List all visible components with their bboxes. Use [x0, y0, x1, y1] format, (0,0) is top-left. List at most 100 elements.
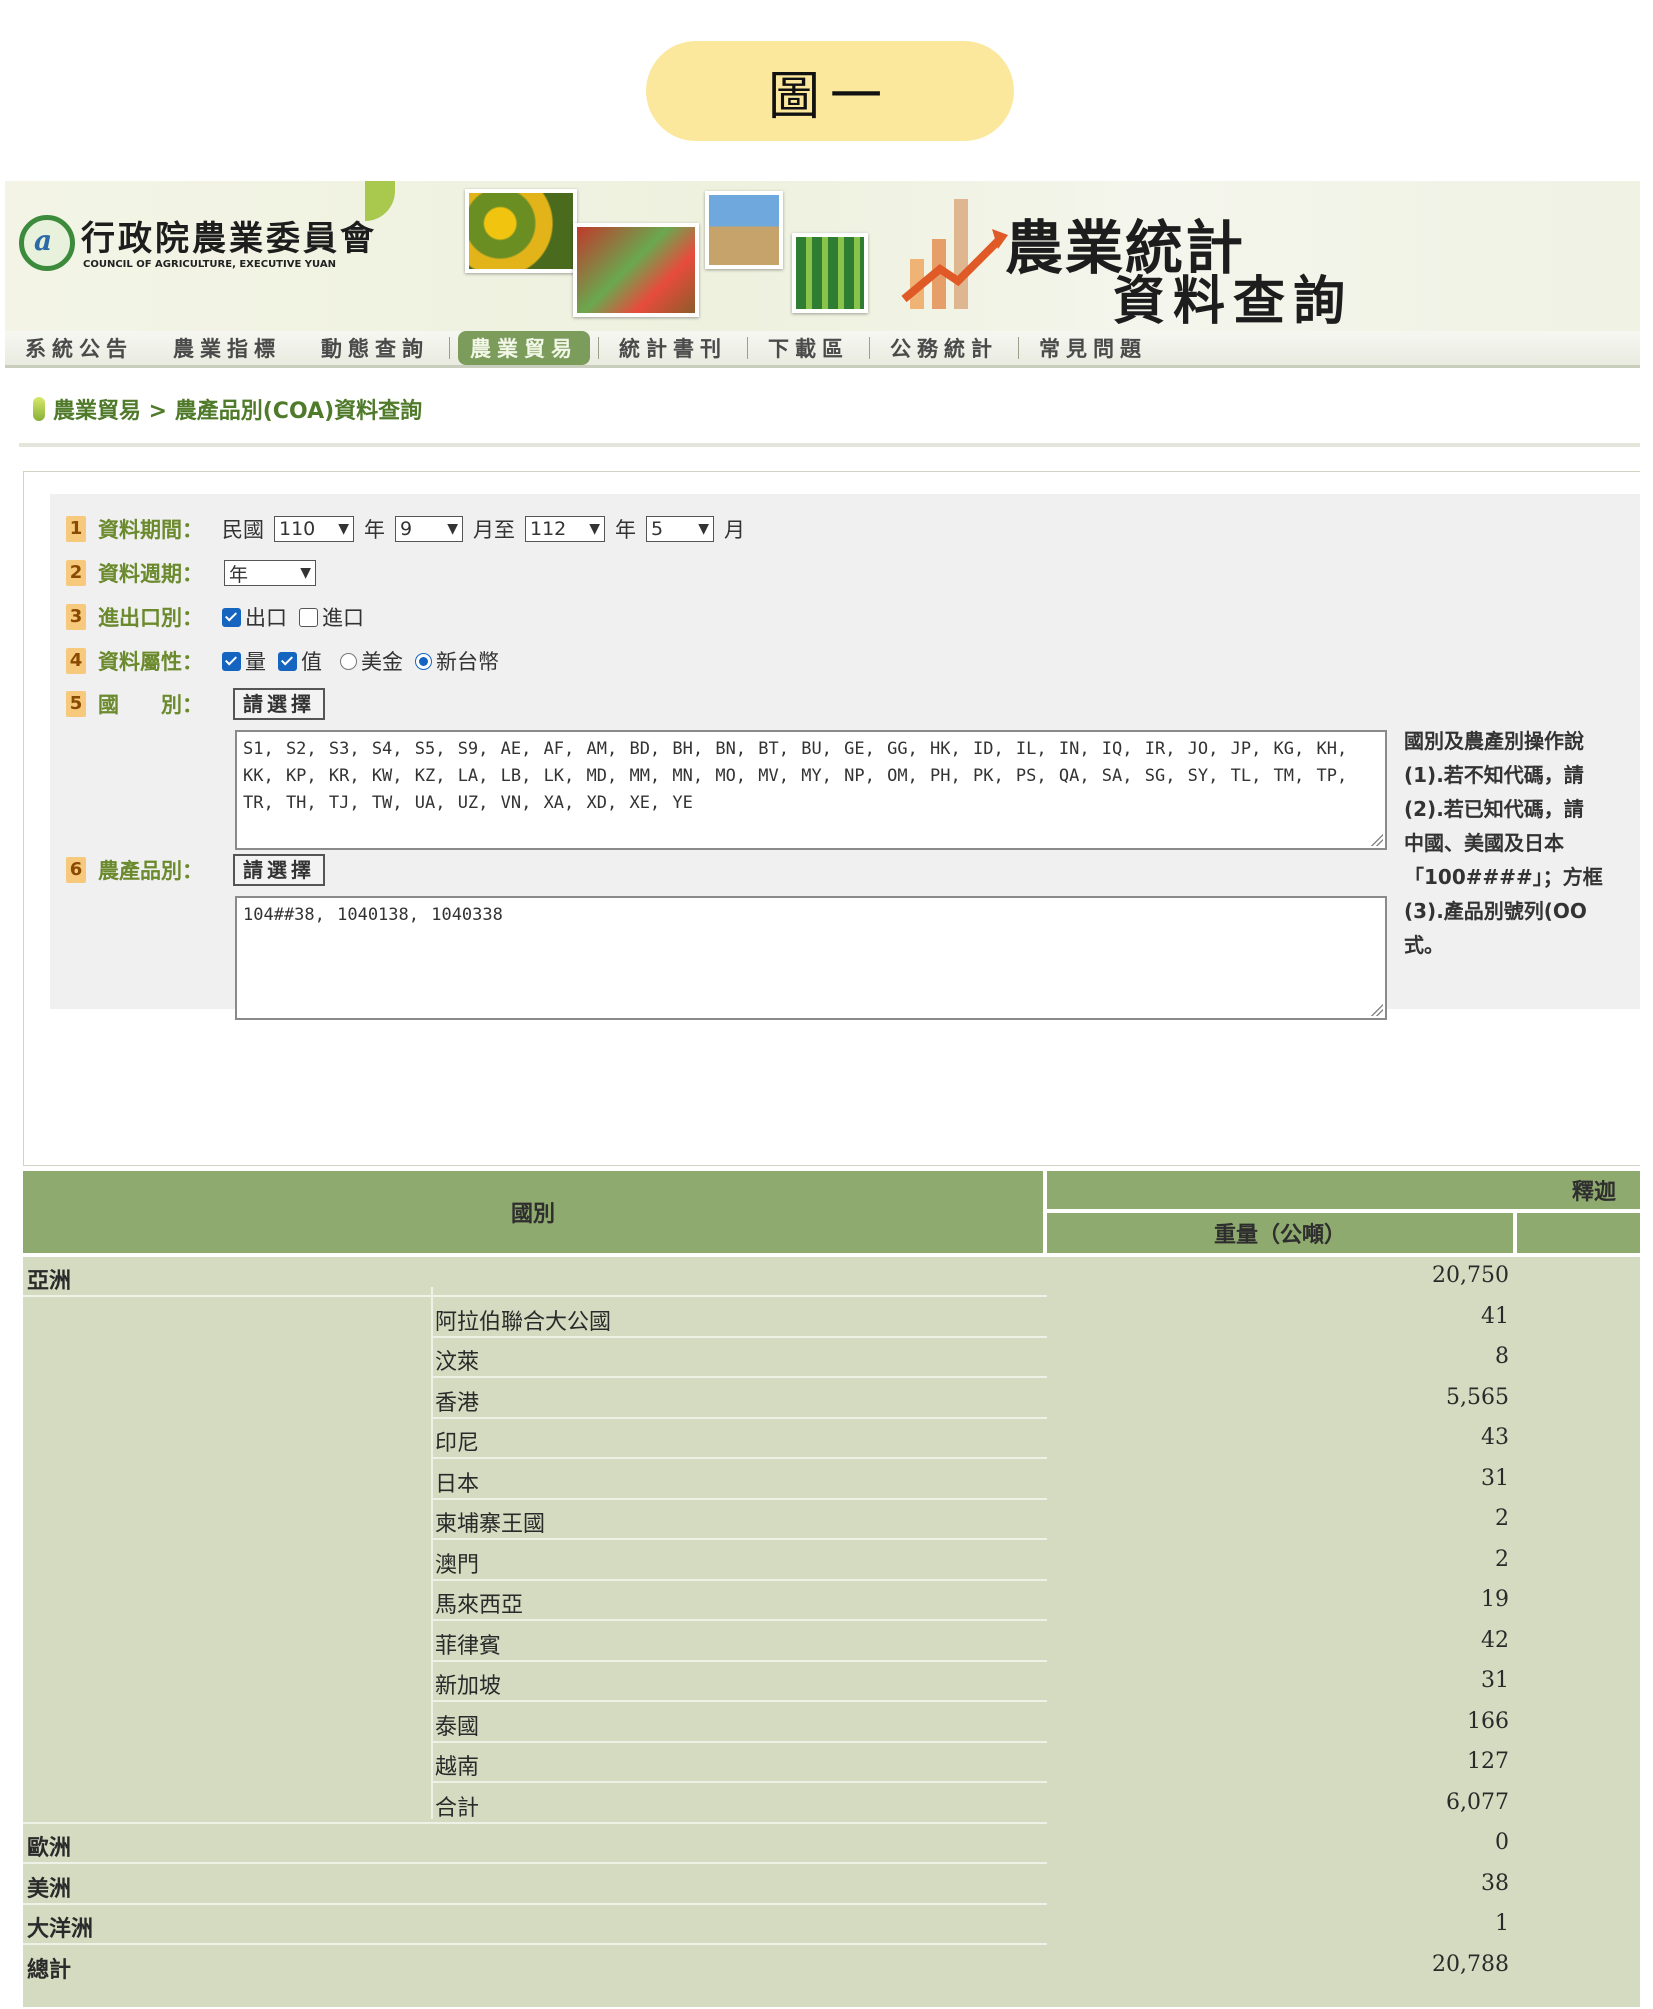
resize-handle-icon[interactable] — [1371, 834, 1383, 846]
chevron-down-icon: ▼ — [300, 565, 311, 581]
step-number: 6 — [66, 857, 86, 883]
header-product-group: 釋迦 — [1047, 1171, 1640, 1209]
start-year-select[interactable]: 110 ▼ — [274, 516, 354, 542]
divider — [19, 443, 1640, 447]
export-checkbox[interactable] — [222, 607, 241, 627]
nav-divider — [449, 337, 450, 359]
help-line: (1).若不知代碼，請 — [1404, 763, 1584, 787]
country-cell: 菲律賓 — [435, 1633, 502, 1659]
step-number: 3 — [66, 604, 86, 630]
weight-cell: 20,788 — [1432, 1951, 1509, 1977]
org-name-cn: 行政院農業委員會 — [81, 219, 377, 259]
weight-cell: 20,750 — [1432, 1263, 1509, 1288]
direction-label: 進出口別： — [98, 606, 203, 630]
nav-item-publications[interactable]: 統計書刊 — [599, 333, 747, 363]
table-row: 馬來西亞 19 — [23, 1581, 1640, 1621]
period-label: 資料期間： — [98, 518, 203, 542]
start-month-select[interactable]: 9 ▼ — [395, 516, 463, 542]
country-codes-textarea[interactable]: S1, S2, S3, S4, S5, S9, AE, AF, AM, BD, … — [235, 730, 1387, 850]
country-cell: 印尼 — [435, 1431, 480, 1456]
country-cell: 柬埔寨王國 — [435, 1512, 546, 1537]
figure-label: 圖一 — [646, 41, 1014, 141]
end-month-select[interactable]: 5 ▼ — [646, 516, 714, 542]
weight-cell: 41 — [1481, 1303, 1509, 1329]
cycle-label: 資料週期： — [98, 562, 203, 586]
header-country: 國別 — [23, 1171, 1043, 1253]
table-row: 柬埔寨王國 2 — [23, 1500, 1640, 1540]
table-row: 汶萊 8 — [23, 1338, 1640, 1378]
table-row: 印尼 43 — [23, 1419, 1640, 1459]
coa-logo-icon[interactable]: a — [19, 215, 75, 271]
site-title-line2: 資料查詢 — [1113, 271, 1354, 332]
product-label: 農產品別： — [98, 859, 203, 883]
screenshot-frame: a 行政院農業委員會 COUNCIL OF AGRICULTURE, EXECU… — [5, 181, 1640, 2009]
usd-radio[interactable] — [340, 652, 357, 670]
country-cell: 泰國 — [435, 1714, 480, 1740]
import-checkbox[interactable] — [299, 607, 318, 627]
region-cell: 歐洲 — [27, 1836, 72, 1861]
vegetables-photo — [573, 223, 699, 317]
ntd-label: 新台幣 — [436, 650, 499, 674]
country-cell: 馬來西亞 — [435, 1593, 524, 1618]
weight-cell: 19 — [1481, 1587, 1509, 1612]
weight-cell: 8 — [1495, 1344, 1509, 1369]
country-row: 5 國 別： 請選擇 — [66, 688, 325, 720]
value-checkbox[interactable] — [278, 651, 297, 671]
country-codes-text: S1, S2, S3, S4, S5, S9, AE, AF, AM, BD, … — [243, 739, 1348, 813]
cycle-select[interactable]: 年 ▼ — [224, 560, 316, 586]
product-select-button[interactable]: 請選擇 — [233, 854, 325, 886]
weight-cell: 127 — [1467, 1749, 1509, 1774]
quantity-checkbox[interactable] — [222, 651, 241, 671]
region-cell: 美洲 — [27, 1876, 72, 1902]
product-codes-textarea[interactable]: 104##38, 1040138, 1040338 — [235, 896, 1387, 1020]
nav-item-faq[interactable]: 常見問題 — [1019, 333, 1167, 363]
table-row: 泰國 166 — [23, 1703, 1640, 1743]
breadcrumb: 農業貿易 > 農產品別(COA)資料查詢 — [33, 393, 422, 425]
year-unit: 年 — [364, 518, 385, 542]
region-cell: 總計 — [27, 1957, 72, 1983]
table-body: 亞洲 20,750 阿拉伯聯合大公國 41 汶萊 8 香港 5,565 印尼 43 日本 31 柬埔寨王… — [23, 1257, 1640, 2007]
resize-handle-icon[interactable] — [1371, 1004, 1383, 1016]
nav-item-indicators[interactable]: 農業指標 — [153, 333, 301, 363]
nav-item-agri-trade[interactable]: 農業貿易 — [458, 331, 590, 365]
step-number: 2 — [66, 560, 86, 586]
help-line: (2).若已知代碼，請 — [1404, 797, 1584, 821]
country-select-button[interactable]: 請選擇 — [233, 688, 325, 720]
table-row: 合計 6,077 — [23, 1784, 1640, 1824]
weight-cell: 5,565 — [1446, 1384, 1509, 1410]
ntd-radio[interactable] — [415, 652, 432, 670]
help-line: 式。 — [1404, 933, 1444, 957]
nav-item-dynamic-query[interactable]: 動態查詢 — [301, 333, 449, 363]
attribute-row: 4 資料屬性： 量 值 美金 新台幣 — [66, 646, 499, 676]
nav-item-announcements[interactable]: 系統公告 — [5, 333, 153, 363]
direction-row: 3 進出口別： 出口 進口 — [66, 602, 364, 632]
nav-item-downloads[interactable]: 下載區 — [748, 333, 869, 363]
table-row: 歐洲 0 — [23, 1824, 1640, 1864]
month-to-unit: 月至 — [473, 518, 515, 542]
table-row: 大洋洲 1 — [23, 1905, 1640, 1945]
chevron-down-icon: ▼ — [447, 521, 458, 537]
table-row: 阿拉伯聯合大公國 41 — [23, 1298, 1640, 1338]
weight-cell: 1 — [1495, 1911, 1509, 1936]
help-notes: 國別及農產別操作說 (1).若不知代碼，請 (2).若已知代碼，請 中國、美國及… — [1404, 724, 1624, 962]
country-cell: 澳門 — [435, 1552, 480, 1578]
weight-cell: 31 — [1481, 1465, 1509, 1491]
import-label: 進口 — [322, 606, 364, 630]
header-next-column — [1517, 1213, 1640, 1253]
chevron-down-icon: ▼ — [338, 521, 349, 537]
breadcrumb-text[interactable]: 農業貿易 > 農產品別(COA)資料查詢 — [53, 393, 422, 425]
help-line: 中國、美國及日本 — [1404, 831, 1564, 855]
weight-cell: 31 — [1481, 1668, 1509, 1693]
quantity-label: 量 — [245, 650, 266, 674]
help-line: 國別及農產別操作說 — [1404, 729, 1584, 753]
weight-cell: 2 — [1495, 1506, 1509, 1531]
table-row: 澳門 2 — [23, 1541, 1640, 1581]
nav-item-official-stats[interactable]: 公務統計 — [870, 333, 1018, 363]
product-codes-text: 104##38, 1040138, 1040338 — [243, 905, 503, 925]
attribute-label: 資料屬性： — [98, 650, 203, 674]
region-cell: 大洋洲 — [27, 1917, 94, 1942]
table-row: 新加坡 31 — [23, 1662, 1640, 1702]
year-unit: 年 — [615, 518, 636, 542]
end-year-select[interactable]: 112 ▼ — [525, 516, 605, 542]
table-row: 亞洲 20,750 — [23, 1257, 1640, 1297]
